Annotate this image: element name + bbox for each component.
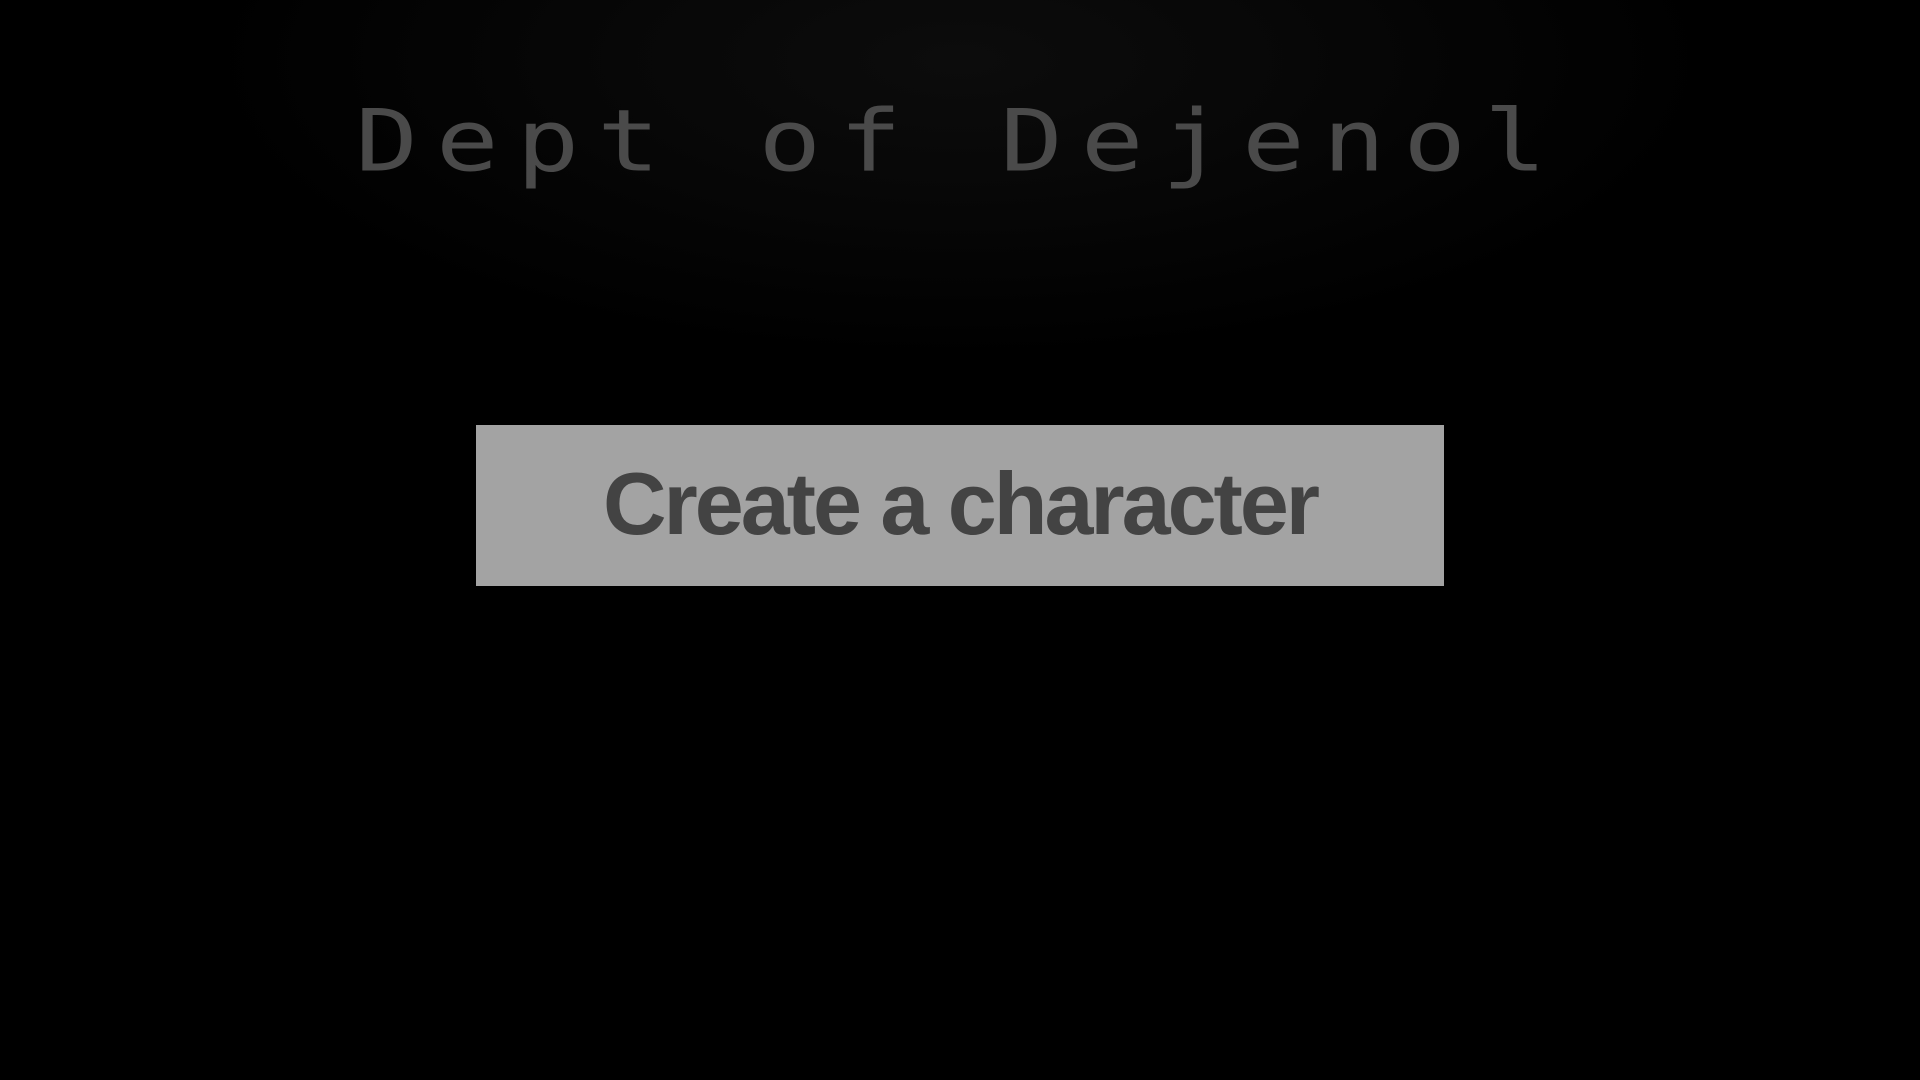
game-title: Dept of Dejenol (355, 91, 1565, 192)
title-screen: Dept of Dejenol Create a character (0, 0, 1920, 1080)
create-character-button[interactable]: Create a character (476, 425, 1444, 586)
create-character-button-label: Create a character (602, 453, 1320, 553)
